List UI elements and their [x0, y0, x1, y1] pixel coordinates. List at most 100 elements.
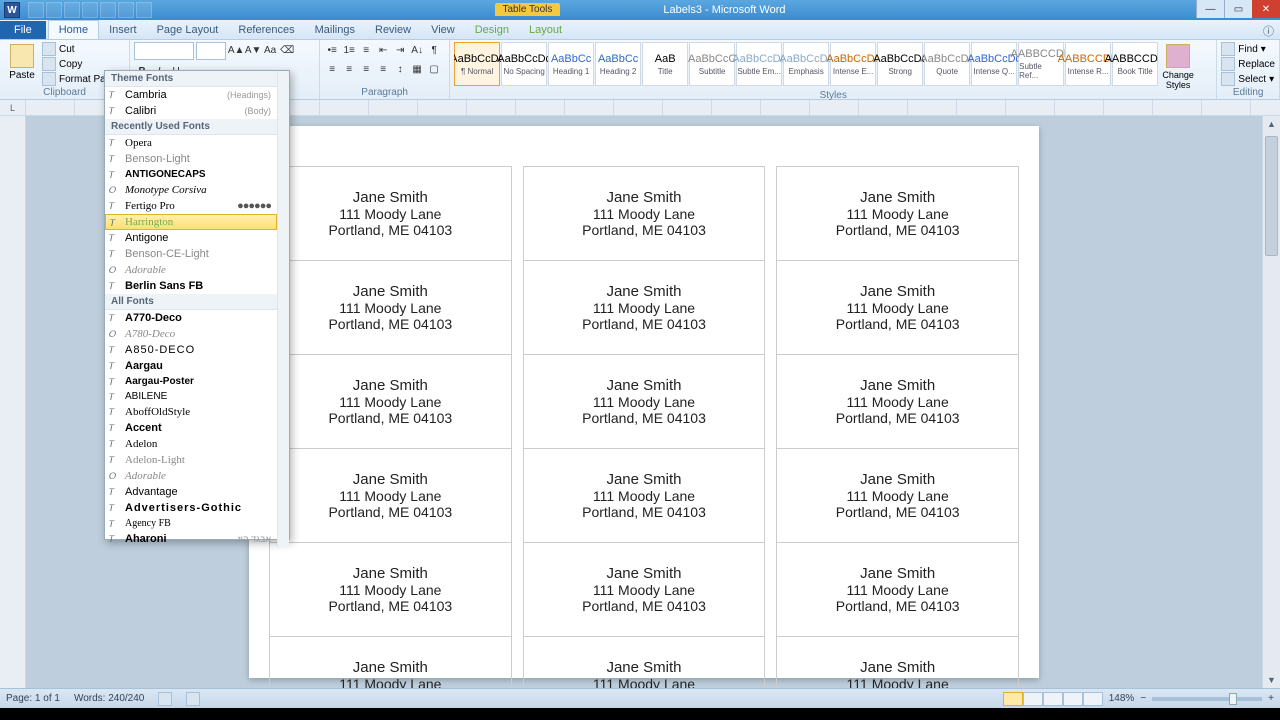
label-cell[interactable]: Jane Smith111 Moody LanePortland, ME 041…	[270, 355, 512, 449]
shading-icon[interactable]: ▦	[409, 61, 425, 77]
zoom-slider[interactable]	[1152, 697, 1262, 701]
style-quote[interactable]: AaBbCcDcQuote	[924, 42, 970, 86]
borders-icon[interactable]: ▢	[426, 61, 442, 77]
font-option[interactable]: 𝑇Aargau	[105, 358, 277, 374]
label-cell[interactable]: Jane Smith111 Moody LanePortland, ME 041…	[777, 167, 1019, 261]
line-spacing-icon[interactable]: ↕	[392, 61, 408, 77]
tab-mailings[interactable]: Mailings	[305, 21, 365, 39]
select-button[interactable]: Select ▾	[1221, 72, 1275, 86]
view-fullscreen[interactable]	[1023, 692, 1043, 706]
ruler-corner[interactable]: L	[0, 100, 26, 115]
scroll-down-icon[interactable]: ▼	[1263, 672, 1280, 688]
tab-insert[interactable]: Insert	[99, 21, 147, 39]
label-cell[interactable]: Jane Smith111 Moody LanePortland, ME 041…	[777, 637, 1019, 689]
font-option[interactable]: 𝑇Fertigo Pro●●●●●●	[105, 198, 277, 214]
align-left-icon[interactable]: ≡	[324, 61, 340, 77]
cut-button[interactable]: Cut	[42, 42, 125, 56]
font-dropdown-scrollbar[interactable]	[277, 71, 289, 547]
vertical-ruler[interactable]	[0, 116, 26, 688]
inc-indent-icon[interactable]: ⇥	[392, 42, 408, 58]
replace-button[interactable]: Replace	[1221, 57, 1275, 71]
tab-page-layout[interactable]: Page Layout	[147, 21, 229, 39]
label-cell[interactable]: Jane Smith111 Moody LanePortland, ME 041…	[523, 543, 765, 637]
style-strong[interactable]: AaBbCcDcStrong	[877, 42, 923, 86]
scroll-thumb[interactable]	[1265, 136, 1278, 256]
style-book-title[interactable]: AABBCCDDBook Title	[1112, 42, 1158, 86]
tab-home[interactable]: Home	[48, 20, 99, 39]
qat-btn[interactable]	[82, 2, 98, 18]
label-cell[interactable]: Jane Smith111 Moody LanePortland, ME 041…	[270, 167, 512, 261]
font-option[interactable]: 𝑇Adelon-Light	[105, 452, 277, 468]
qat-btn[interactable]	[118, 2, 134, 18]
font-option[interactable]: 𝑇Harrington	[105, 214, 277, 230]
align-center-icon[interactable]: ≡	[341, 61, 357, 77]
vertical-scrollbar[interactable]: ▲ ▼	[1262, 116, 1280, 688]
view-web[interactable]	[1043, 692, 1063, 706]
qat-save-icon[interactable]	[28, 2, 44, 18]
font-option[interactable]: 𝑇Aargau-Poster	[105, 374, 277, 389]
font-option[interactable]: 𝑇Advantage	[105, 484, 277, 500]
font-option[interactable]: 𝑇Berlin Sans FB	[105, 278, 277, 294]
justify-icon[interactable]: ≡	[375, 61, 391, 77]
label-cell[interactable]: Jane Smith111 Moody LanePortland, ME 041…	[777, 449, 1019, 543]
zoom-thumb[interactable]	[1229, 693, 1237, 705]
font-dropdown[interactable]: Theme Fonts𝑇Cambria(Headings)𝑇Calibri(Bo…	[104, 70, 290, 540]
font-option[interactable]: 𝑇AboffOldStyle	[105, 404, 277, 420]
font-size-input[interactable]	[196, 42, 226, 60]
maximize-button[interactable]: ▭	[1224, 0, 1252, 18]
copy-button[interactable]: Copy	[42, 57, 125, 71]
bullets-icon[interactable]: •≡	[324, 42, 340, 58]
font-option[interactable]: 𝑇ABILENE	[105, 389, 277, 404]
style-heading-2[interactable]: AaBbCcHeading 2	[595, 42, 641, 86]
label-cell[interactable]: Jane Smith111 Moody LanePortland, ME 041…	[270, 637, 512, 689]
font-option[interactable]: 𝑂A780-Deco	[105, 326, 277, 342]
shrink-font-icon[interactable]: A▼	[245, 42, 261, 58]
tab-file[interactable]: File	[0, 21, 46, 39]
font-option[interactable]: 𝑇ANTIGONECAPS	[105, 167, 277, 182]
tab-view[interactable]: View	[421, 21, 465, 39]
tab-references[interactable]: References	[228, 21, 304, 39]
font-option[interactable]: 𝑇Advertisers-Gothic	[105, 500, 277, 516]
label-table[interactable]: Jane Smith111 Moody LanePortland, ME 041…	[269, 166, 1019, 688]
font-name-input[interactable]	[134, 42, 194, 60]
label-cell[interactable]: Jane Smith111 Moody LanePortland, ME 041…	[270, 261, 512, 355]
tab-design[interactable]: Design	[465, 21, 519, 39]
styles-gallery[interactable]: AaBbCcDc¶ NormalAaBbCcDcNo SpacingAaBbCc…	[454, 42, 1158, 86]
spellcheck-icon[interactable]	[158, 692, 172, 706]
label-cell[interactable]: Jane Smith111 Moody LanePortland, ME 041…	[777, 543, 1019, 637]
status-page[interactable]: Page: 1 of 1	[6, 693, 60, 704]
help-icon[interactable]: ⓘ	[1263, 23, 1274, 39]
qat-btn[interactable]	[100, 2, 116, 18]
show-marks-icon[interactable]: ¶	[426, 42, 442, 58]
label-cell[interactable]: Jane Smith111 Moody LanePortland, ME 041…	[777, 261, 1019, 355]
view-print-layout[interactable]	[1003, 692, 1023, 706]
font-option[interactable]: 𝑇Benson-Light	[105, 151, 277, 167]
multilevel-icon[interactable]: ≡	[358, 42, 374, 58]
label-cell[interactable]: Jane Smith111 Moody LanePortland, ME 041…	[777, 355, 1019, 449]
font-option[interactable]: 𝑇A770-Deco	[105, 310, 277, 326]
clear-formatting-icon[interactable]: ⌫	[279, 42, 295, 58]
zoom-in-button[interactable]: +	[1268, 693, 1274, 704]
label-cell[interactable]: Jane Smith111 Moody LanePortland, ME 041…	[523, 449, 765, 543]
label-cell[interactable]: Jane Smith111 Moody LanePortland, ME 041…	[523, 261, 765, 355]
style-intense-e-[interactable]: AaBbCcDcIntense E...	[830, 42, 876, 86]
status-words[interactable]: Words: 240/240	[74, 693, 144, 704]
paste-button[interactable]: Paste	[4, 42, 40, 81]
font-option[interactable]: 𝑂Monotype Corsiva	[105, 182, 277, 198]
find-button[interactable]: Find ▾	[1221, 42, 1275, 56]
scroll-up-icon[interactable]: ▲	[1263, 116, 1280, 132]
label-cell[interactable]: Jane Smith111 Moody LanePortland, ME 041…	[523, 167, 765, 261]
dec-indent-icon[interactable]: ⇤	[375, 42, 391, 58]
view-draft[interactable]	[1083, 692, 1103, 706]
style-subtle-em-[interactable]: AaBbCcDcSubtle Em...	[736, 42, 782, 86]
minimize-button[interactable]: —	[1196, 0, 1224, 18]
font-option[interactable]: 𝑂Adorable	[105, 468, 277, 484]
style-emphasis[interactable]: AaBbCcDcEmphasis	[783, 42, 829, 86]
macro-icon[interactable]	[186, 692, 200, 706]
numbering-icon[interactable]: 1≡	[341, 42, 357, 58]
style-heading-1[interactable]: AaBbCcHeading 1	[548, 42, 594, 86]
font-option[interactable]: 𝑇Cambria(Headings)	[105, 87, 277, 103]
qat-btn[interactable]	[136, 2, 152, 18]
label-cell[interactable]: Jane Smith111 Moody LanePortland, ME 041…	[523, 637, 765, 689]
change-case-icon[interactable]: Aa	[262, 42, 278, 58]
